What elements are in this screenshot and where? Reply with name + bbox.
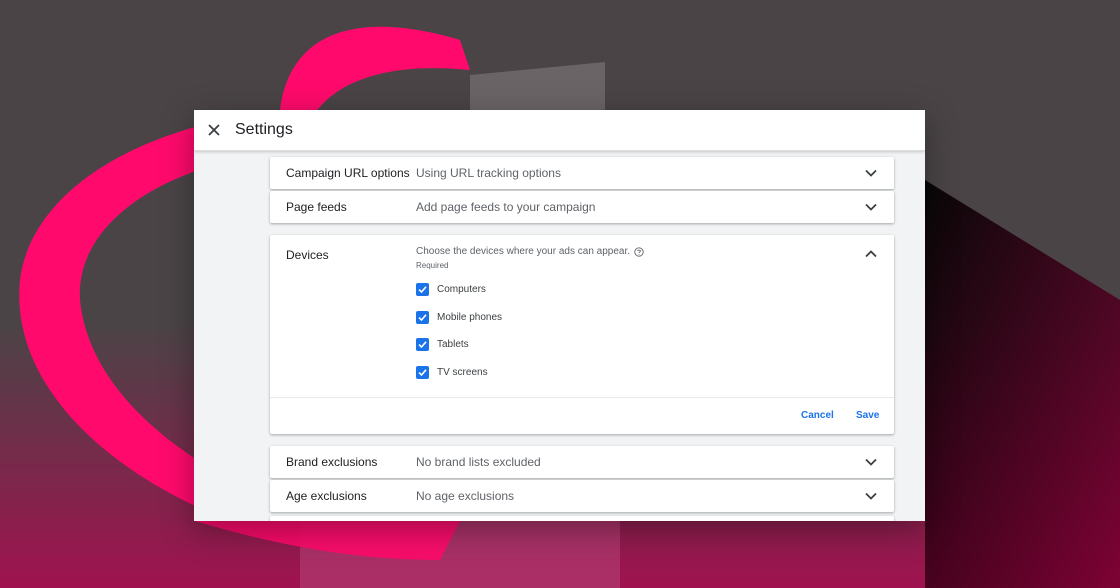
chevron-down-icon[interactable] [864,166,878,180]
page-title: Settings [235,121,293,138]
row-campaign-url-options[interactable]: Campaign URL options Using URL tracking … [270,157,894,189]
divider [270,397,894,398]
chevron-up-icon[interactable] [864,247,878,261]
devices-label: Devices [286,248,329,262]
checkbox-label: TV screens [437,367,488,378]
chevron-down-icon[interactable] [864,455,878,469]
checkbox-checked-icon[interactable] [416,311,429,324]
cancel-button[interactable]: Cancel [801,410,834,421]
row-page-feeds[interactable]: Page feeds Add page feeds to your campai… [270,191,894,223]
settings-window: Settings Campaign URL options Using URL … [194,110,925,521]
checkbox-checked-icon[interactable] [416,283,429,296]
checkbox-checked-icon[interactable] [416,338,429,351]
checkbox-tablets[interactable]: Tablets [416,338,469,351]
row-label: Brand exclusions [286,455,378,469]
checkbox-label: Tablets [437,339,469,350]
save-button[interactable]: Save [856,410,879,421]
devices-description-text: Choose the devices where your ads can ap… [416,246,631,257]
required-label: Required [416,261,449,270]
chevron-down-icon[interactable] [864,489,878,503]
chevron-down-icon[interactable] [864,200,878,214]
checkbox-computers[interactable]: Computers [416,283,486,296]
row-value: No brand lists excluded [416,455,541,469]
checkbox-label: Computers [437,284,486,295]
row-value: Add page feeds to your campaign [416,200,596,214]
devices-description: Choose the devices where your ads can ap… [416,246,644,257]
checkbox-label: Mobile phones [437,312,503,323]
row-value: Using URL tracking options [416,166,561,180]
row-brand-exclusions[interactable]: Brand exclusions No brand lists excluded [270,446,894,478]
checkbox-checked-icon[interactable] [416,366,429,379]
help-icon[interactable] [634,246,644,257]
row-label: Campaign URL options [286,166,410,180]
row-next-partial [270,516,894,521]
row-label: Age exclusions [286,489,367,503]
row-value: No age exclusions [416,489,515,503]
close-icon [208,124,220,136]
checkbox-tv-screens[interactable]: TV screens [416,366,488,379]
row-label: Page feeds [286,200,347,214]
row-age-exclusions[interactable]: Age exclusions No age exclusions [270,480,894,512]
devices-panel: Devices Choose the devices where your ad… [270,235,894,434]
close-button[interactable] [194,110,234,150]
settings-header: Settings [194,110,925,151]
checkbox-mobile-phones[interactable]: Mobile phones [416,311,502,324]
